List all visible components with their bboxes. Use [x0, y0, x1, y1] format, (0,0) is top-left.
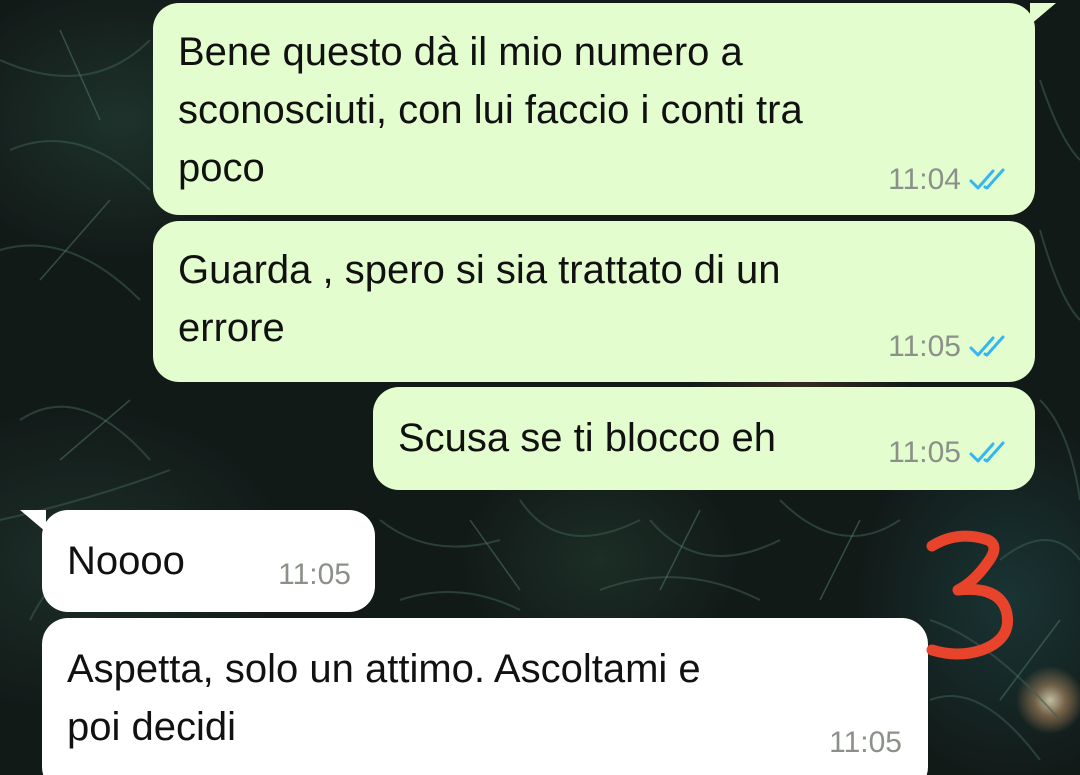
- read-ticks-icon: [969, 168, 1005, 190]
- chat-area[interactable]: Bene questo dà il mio numero a sconosciu…: [0, 0, 1080, 775]
- handwritten-number-annotation: [926, 530, 1013, 660]
- bubble-tail: [1030, 3, 1056, 25]
- message-bubble-outgoing[interactable]: Scusa se ti blocco eh 11:05: [373, 387, 1035, 490]
- message-bubble-outgoing[interactable]: Bene questo dà il mio numero a sconosciu…: [153, 3, 1035, 215]
- message-bubble-incoming[interactable]: Noooo 11:05: [42, 510, 375, 612]
- message-text: Guarda , spero si sia trattato di un err…: [178, 248, 781, 350]
- read-ticks-icon: [969, 441, 1005, 463]
- message-time: 11:05: [888, 436, 961, 469]
- message-meta: 11:05: [888, 330, 1013, 364]
- message-meta: 11:05: [278, 558, 351, 592]
- message-text: Scusa se ti blocco eh: [398, 416, 776, 460]
- message-text: Noooo: [67, 539, 185, 583]
- message-time: 11:04: [888, 163, 961, 196]
- message-time: 11:05: [829, 726, 902, 759]
- message-bubble-incoming[interactable]: Aspetta, solo un attimo. Ascoltami e poi…: [42, 618, 928, 775]
- message-meta: 11:05: [888, 436, 1013, 470]
- message-time: 11:05: [888, 330, 961, 363]
- message-text: Aspetta, solo un attimo. Ascoltami e poi…: [67, 647, 701, 749]
- read-ticks-icon: [969, 335, 1005, 357]
- message-meta: 11:05: [829, 726, 902, 760]
- message-time: 11:05: [278, 558, 351, 591]
- message-bubble-outgoing[interactable]: Guarda , spero si sia trattato di un err…: [153, 221, 1035, 382]
- message-text: Bene questo dà il mio numero a sconosciu…: [178, 30, 803, 190]
- message-meta: 11:04: [888, 163, 1013, 197]
